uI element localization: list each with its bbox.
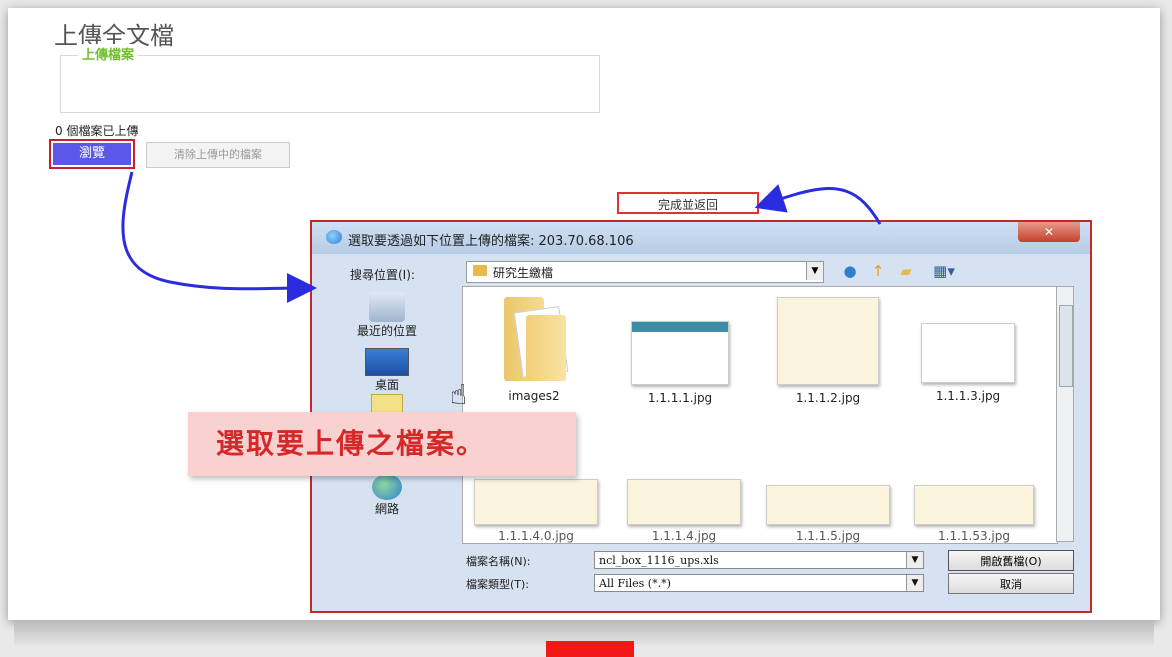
arrow-browse-to-dialog [121,171,317,304]
annotation-arrows [121,171,882,304]
arrow-dialog-to-finish [754,184,882,225]
